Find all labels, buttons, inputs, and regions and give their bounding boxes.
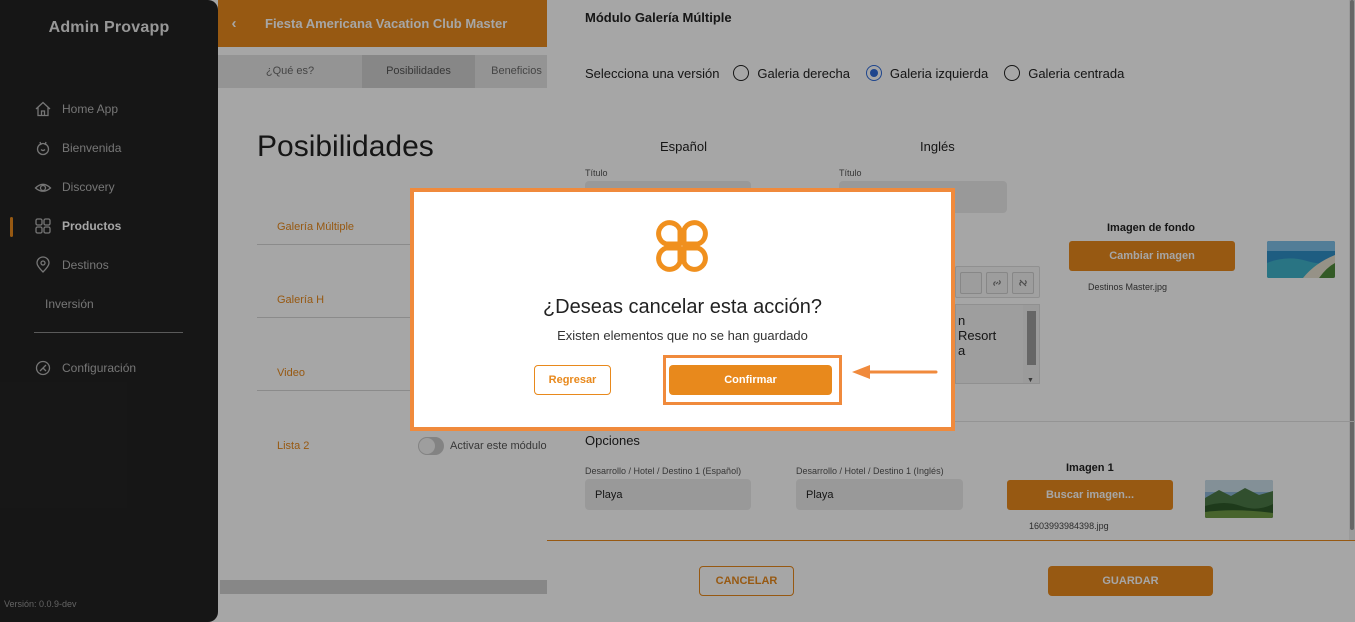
dialog-message: Existen elementos que no se han guardado [557, 328, 808, 343]
dialog-title: ¿Deseas cancelar esta acción? [542, 296, 823, 318]
confirm-button[interactable]: Confirmar [669, 365, 832, 395]
annotation-arrow-icon [852, 365, 938, 379]
clover-logo-icon [656, 220, 708, 272]
back-button[interactable]: Regresar [534, 365, 611, 395]
